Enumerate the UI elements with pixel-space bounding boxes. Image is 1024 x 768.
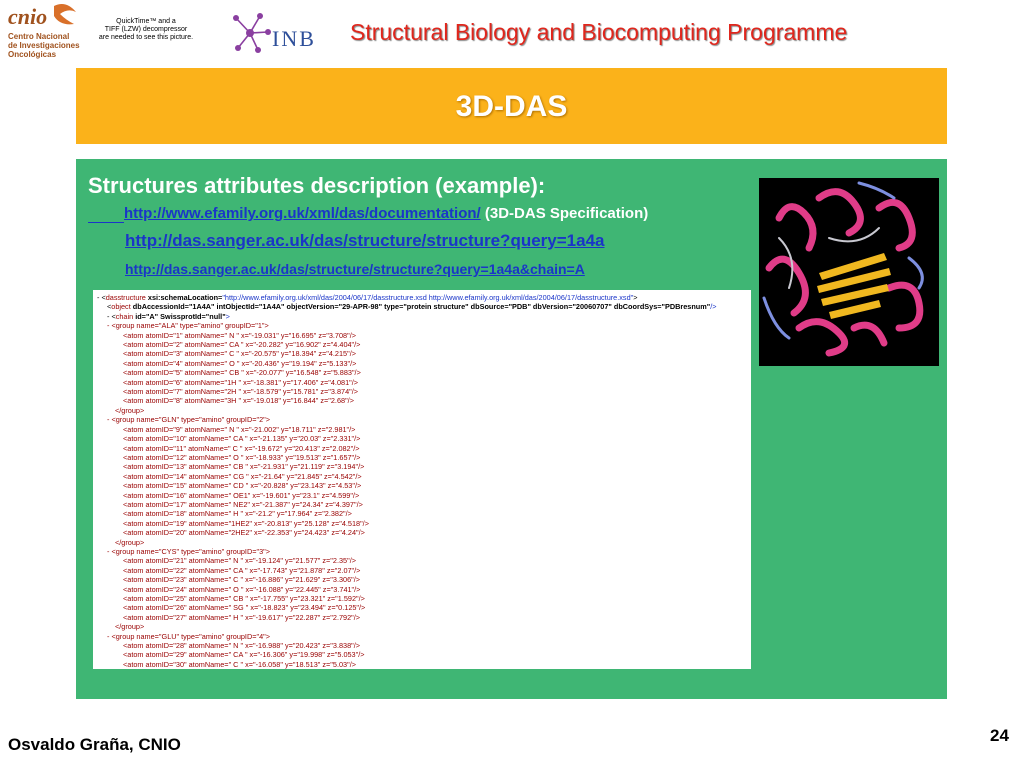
structure-chain-link-line: http://das.sanger.ac.uk/das/structure/st… — [125, 261, 585, 277]
cnio-logo: cnio Centro Nacional de Investigaciones … — [8, 2, 80, 64]
xml-group-close: </group> — [115, 537, 145, 547]
xml-atom-line: <atom atomID="8" atomName="3H " x="-19.0… — [123, 396, 354, 406]
slide-title-banner: 3D-DAS — [76, 68, 947, 144]
page-number: 24 — [990, 726, 1009, 745]
cnio-logo-word: cnio — [8, 4, 48, 29]
xml-atom-line: <atom atomID="21" atomName=" N " x="-19.… — [123, 556, 356, 566]
xml-header-line: - <dasstructure xsi:schemaLocation="http… — [97, 293, 638, 302]
xml-atom-line: <atom atomID="22" atomName=" CA " x="-17… — [123, 565, 361, 575]
xml-atom-line: <atom atomID="16" atomName=" OE1" x="-19… — [123, 490, 360, 500]
structure-chain-link[interactable]: http://das.sanger.ac.uk/das/structure/st… — [125, 261, 585, 277]
protein-structure-image — [759, 178, 939, 366]
xml-header-line: <object dbAccessionId="1A4A" intObjectId… — [107, 302, 717, 312]
xml-atom-line: <atom atomID="25" atomName=" CB " x="-17… — [123, 594, 365, 603]
xml-atom-line: <atom atomID="28" atomName=" N " x="-16.… — [123, 641, 361, 651]
xml-atom-line: <atom atomID="24" atomName=" O " x="-16.… — [123, 584, 361, 594]
xml-atom-line: <atom atomID="30" atomName=" C " x="-16.… — [123, 659, 356, 669]
xml-atom-line: <atom atomID="5" atomName=" CB " x="-20.… — [123, 368, 361, 378]
xml-atom-line: <atom atomID="3" atomName=" C " x="-20.5… — [123, 349, 356, 359]
content-heading: Structures attributes description (examp… — [88, 173, 546, 198]
xml-atom-line: <atom atomID="29" atomName=" CA " x="-16… — [123, 650, 365, 660]
xml-atom-line: <atom atomID="1" atomName=" N " x="-19.0… — [123, 330, 356, 340]
xml-atom-line: <atom atomID="9" atomName=" N " x="-21.0… — [123, 424, 356, 434]
xml-atom-line: <atom atomID="19" atomName="1HE2" x="-20… — [123, 518, 369, 528]
xml-atom-line: <atom atomID="26" atomName=" SG " x="-18… — [123, 603, 366, 613]
slide-title: 3D-DAS — [455, 90, 568, 123]
xml-group-open: - <group name="GLN" type="amino" groupID… — [107, 415, 270, 425]
xml-group-open: - <group name="GLU" type="amino" groupID… — [107, 631, 270, 641]
xml-atom-line: <atom atomID="11" atomName=" C " x="-19.… — [123, 443, 360, 453]
link-underline-indent — [88, 205, 124, 223]
xml-atom-line: <atom atomID="20" atomName="2HE2" x="-22… — [123, 528, 365, 538]
xml-atom-line: <atom atomID="23" atomName=" C " x="-16.… — [123, 575, 361, 585]
structure-query-link-line: http://das.sanger.ac.uk/das/structure/st… — [125, 231, 604, 251]
programme-title: Structural Biology and Biocomputing Prog… — [350, 19, 848, 45]
xml-example: - <dasstructure xsi:schemaLocation="http… — [93, 290, 751, 669]
xml-group-open: - <group name="ALA" type="amino" groupID… — [107, 321, 269, 331]
xml-group-close: </group> — [115, 405, 145, 415]
cnio-logo-subtitle: Centro Nacional de Investigaciones Oncol… — [8, 32, 80, 59]
inb-logo: INB — [230, 10, 340, 56]
xml-atom-line: <atom atomID="18" atomName=" H " x="-21.… — [123, 509, 352, 519]
xml-group-close: </group> — [115, 622, 145, 632]
spec-link-line: http://www.efamily.org.uk/xml/das/docume… — [88, 205, 648, 223]
xml-atom-line: <atom atomID="6" atomName="1H " x="-18.3… — [123, 377, 359, 387]
xml-atom-line: <atom atomID="15" atomName=" CD " x="-20… — [123, 481, 362, 491]
inb-logo-text: INB — [272, 26, 316, 51]
quicktime-notice: QuickTime™ and a TIFF (LZW) decompressor… — [98, 18, 194, 41]
xml-header-line: - <chain id="A" SwissprotId="null"> — [107, 311, 230, 321]
xml-atom-line: <atom atomID="10" atomName=" CA " x="-21… — [123, 434, 361, 444]
xml-atom-line: <atom atomID="13" atomName=" CB " x="-21… — [123, 462, 365, 472]
structure-query-link[interactable]: http://das.sanger.ac.uk/das/structure/st… — [125, 231, 604, 250]
xml-atom-line: <atom atomID="12" atomName=" O " x="-18.… — [123, 452, 361, 462]
protein-ribbon-illustration — [762, 181, 924, 357]
footer-author: Osvaldo Graña, CNIO — [8, 735, 181, 754]
inb-logo-mark — [233, 13, 271, 53]
xml-atom-line: <atom atomID="17" atomName=" NE2" x="-21… — [123, 499, 363, 509]
xml-atom-line: <atom atomID="4" atomName=" O " x="-20.4… — [123, 358, 357, 368]
xml-atom-line: <atom atomID="7" atomName="2H " x="-18.5… — [123, 387, 359, 397]
spec-link-note: (3D-DAS Specification) — [484, 205, 649, 222]
spec-link[interactable]: http://www.efamily.org.uk/xml/das/docume… — [124, 205, 481, 222]
xml-atom-line: <atom atomID="2" atomName=" CA " x="-20.… — [123, 340, 361, 350]
xml-atom-line: <atom atomID="14" atomName=" CG " x="-21… — [123, 471, 362, 481]
xml-atom-line: <atom atomID="27" atomName=" H " x="-19.… — [123, 612, 361, 622]
xml-group-open: - <group name="CYS" type="amino" groupID… — [107, 546, 270, 556]
